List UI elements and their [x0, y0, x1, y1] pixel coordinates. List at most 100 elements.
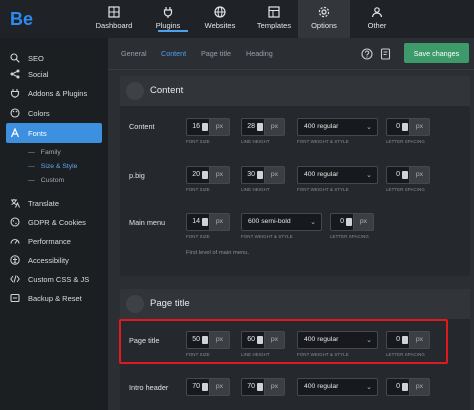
save-changes-button[interactable]: Save changes: [404, 43, 469, 63]
stepper-icon[interactable]: [202, 123, 208, 131]
sidebar-item-custom-css-js[interactable]: Custom CSS & JS: [6, 270, 102, 288]
font-weight-caption: FONT WEIGHT & STYLE: [241, 234, 293, 239]
letter-spacing-caption: LETTER SPACING: [386, 139, 425, 144]
sidebar-item-translate[interactable]: Translate: [6, 194, 102, 212]
sidebar-item-social[interactable]: Social: [6, 65, 102, 83]
stepper-icon[interactable]: [202, 218, 208, 226]
stepper-icon[interactable]: [202, 171, 208, 179]
letter-spacing-input[interactable]: 0: [386, 118, 410, 136]
brand-logo[interactable]: Be: [10, 9, 33, 30]
seo-icon: [10, 53, 20, 63]
tab-general[interactable]: General: [121, 49, 147, 58]
letter-spacing-value: 0: [396, 171, 400, 178]
row-label-intro-header: Intro header: [129, 383, 169, 392]
letter-spacing-caption: LETTER SPACING: [330, 234, 369, 239]
line-height-input[interactable]: 30: [241, 166, 265, 184]
unit-px: px: [210, 166, 230, 184]
font-weight-select[interactable]: 600 semi-bold ⌄: [241, 213, 322, 231]
line-height-value: 28: [247, 123, 255, 130]
backup-icon: [10, 293, 20, 303]
sidebar-item-colors[interactable]: Colors: [6, 104, 102, 122]
font-weight-value: 400 regular: [304, 123, 339, 130]
sidebar-item-label: GDPR & Cookies: [28, 217, 86, 227]
nav-other-label: Other: [367, 21, 387, 30]
chevron-down-icon: ⌄: [366, 124, 372, 131]
nav-dashboard[interactable]: Dashboard: [88, 0, 140, 38]
stepper-icon[interactable]: [257, 123, 263, 131]
font-weight-value: 600 semi-bold: [248, 218, 291, 225]
tab-page-title[interactable]: Page title: [201, 49, 231, 58]
chevron-down-icon: ⌄: [366, 384, 372, 391]
sidebar-item-label: Addons & Plugins: [28, 88, 88, 98]
sidebar-item-fonts[interactable]: Fonts: [6, 123, 102, 143]
palette-icon: [10, 108, 20, 118]
unit-px: px: [410, 378, 430, 396]
nav-options[interactable]: Options: [298, 0, 350, 38]
sidebar-subitem-size-style[interactable]: — Size & Style: [28, 163, 77, 170]
stepper-icon[interactable]: [257, 171, 263, 179]
font-size-value: 16: [192, 123, 200, 130]
notes-icon[interactable]: [380, 48, 392, 60]
nav-other[interactable]: Other: [351, 0, 403, 38]
stepper-icon[interactable]: [402, 123, 408, 131]
tab-heading[interactable]: Heading: [246, 49, 273, 58]
font-weight-value: 400 regular: [304, 383, 339, 390]
tab-content[interactable]: Content: [161, 49, 186, 58]
nav-plugins[interactable]: Plugins: [142, 0, 194, 38]
sidebar-item-label: Fonts: [28, 128, 47, 138]
font-size-caption: FONT SIZE: [186, 187, 210, 192]
sidebar-item-label: Custom CSS & JS: [28, 274, 90, 284]
font-weight-select[interactable]: 400 regular ⌄: [297, 118, 378, 136]
unit-px: px: [210, 118, 230, 136]
gear-icon: [318, 6, 330, 18]
help-icon[interactable]: [361, 48, 373, 60]
unit-px: px: [410, 118, 430, 136]
line-height-caption: LINE HEIGHT: [241, 139, 270, 144]
accessibility-icon: [10, 255, 20, 265]
nav-websites[interactable]: Websites: [194, 0, 246, 38]
subitem-label: Size & Style: [40, 163, 78, 170]
letter-spacing-input[interactable]: 0: [386, 166, 410, 184]
font-size-input[interactable]: 70: [186, 378, 210, 396]
sidebar-item-label: SEO: [28, 53, 44, 63]
font-icon: [10, 128, 20, 138]
row-label-pbig: p.big: [129, 171, 145, 180]
sidebar-item-backup-reset[interactable]: Backup & Reset: [6, 289, 102, 307]
active-tab-indicator: [158, 30, 188, 32]
sidebar-item-label: Accessibility: [28, 255, 69, 265]
grip-icon: [126, 295, 144, 313]
font-weight-select[interactable]: 400 regular ⌄: [297, 166, 378, 184]
share-icon: [10, 69, 20, 79]
font-size-input[interactable]: 14: [186, 213, 210, 231]
globe-icon: [214, 6, 226, 18]
stepper-icon[interactable]: [257, 383, 263, 391]
sidebar-subitem-family[interactable]: — Family: [28, 149, 61, 156]
grip-icon: [126, 82, 144, 100]
section-title: Page title: [150, 298, 190, 309]
letter-spacing-value: 0: [340, 218, 344, 225]
letter-spacing-input[interactable]: 0: [330, 213, 354, 231]
letter-spacing-caption: LETTER SPACING: [386, 187, 425, 192]
sidebar-item-gdpr[interactable]: GDPR & Cookies: [6, 213, 102, 231]
line-height-input[interactable]: 70: [241, 378, 265, 396]
row-label-main-menu: Main menu: [129, 218, 166, 227]
sidebar-item-addons[interactable]: Addons & Plugins: [6, 84, 102, 102]
stepper-icon[interactable]: [402, 171, 408, 179]
nav-templates[interactable]: Templates: [248, 0, 300, 38]
font-size-input[interactable]: 16: [186, 118, 210, 136]
font-size-input[interactable]: 20: [186, 166, 210, 184]
letter-spacing-input[interactable]: 0: [386, 378, 410, 396]
sidebar-item-label: Translate: [28, 198, 59, 208]
stepper-icon[interactable]: [202, 383, 208, 391]
sidebar-item-accessibility[interactable]: Accessibility: [6, 251, 102, 269]
stepper-icon[interactable]: [402, 383, 408, 391]
sidebar-item-performance[interactable]: Performance: [6, 232, 102, 250]
chevron-down-icon: ⌄: [366, 172, 372, 179]
line-height-input[interactable]: 28: [241, 118, 265, 136]
highlight-box: [119, 319, 448, 364]
stepper-icon[interactable]: [346, 218, 352, 226]
content-section-header: Content: [120, 76, 470, 106]
plug-icon: [163, 7, 173, 18]
sidebar-subitem-custom[interactable]: — Custom: [28, 177, 64, 184]
font-weight-select[interactable]: 400 regular ⌄: [297, 378, 378, 396]
